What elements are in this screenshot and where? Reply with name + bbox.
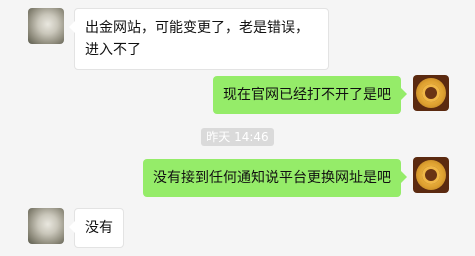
message-bubble-outgoing[interactable]: 没有接到任何通知说平台更换网址是吧 [143,159,407,197]
self-avatar[interactable] [413,75,449,111]
message-bubble-incoming[interactable]: 出金网站，可能变更了，老是错误，进入不了 [69,8,329,70]
timestamp-divider: 昨天 14:46 [0,126,475,146]
contact-avatar[interactable] [28,208,64,244]
contact-avatar[interactable] [28,8,64,44]
timestamp-label: 昨天 14:46 [201,128,274,146]
message-text: 没有 [85,220,113,236]
message-text: 没有接到任何通知说平台更换网址是吧 [153,170,391,186]
message-text: 出金网站，可能变更了，老是错误，进入不了 [85,20,309,58]
lion-logo-icon [416,160,446,190]
message-text: 现在官网已经打不开了是吧 [223,87,391,103]
message-bubble-outgoing[interactable]: 现在官网已经打不开了是吧 [213,76,407,114]
self-avatar[interactable] [413,157,449,193]
lion-logo-icon [416,78,446,108]
message-bubble-incoming[interactable]: 没有 [69,208,124,248]
